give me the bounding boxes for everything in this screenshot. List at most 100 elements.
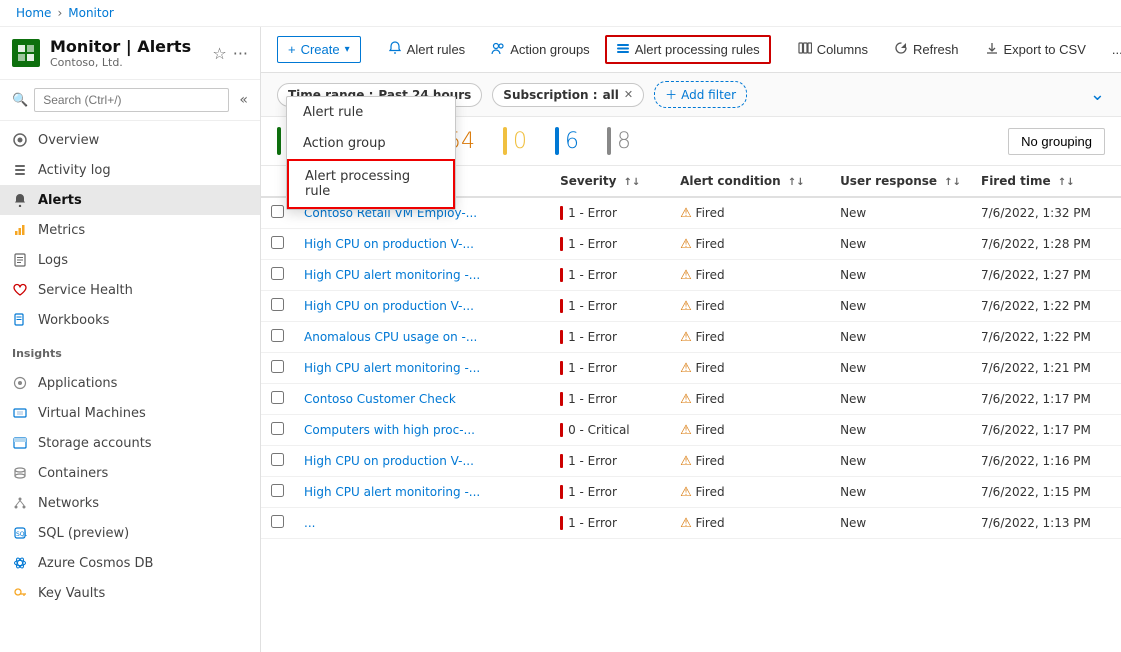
sidebar-item-label: Service Health	[38, 283, 133, 298]
key-icon	[12, 585, 28, 601]
breadcrumb-home[interactable]: Home	[16, 6, 51, 20]
sidebar-item-virtual-machines[interactable]: Virtual Machines	[0, 398, 260, 428]
table-row[interactable]: High CPU on production V-... 1 - Error ⚠…	[261, 291, 1121, 322]
sidebar-item-label: Logs	[38, 253, 68, 268]
row-checkbox[interactable]	[271, 236, 284, 249]
row-checkbox[interactable]	[271, 484, 284, 497]
create-button[interactable]: + Create ▾	[277, 36, 361, 63]
warning-triangle-icon: ⚠	[680, 454, 692, 469]
condition-cell: ⚠ Fired	[670, 322, 830, 353]
sidebar-item-logs[interactable]: Logs	[0, 245, 260, 275]
warning-triangle-icon: ⚠	[680, 299, 692, 314]
more-button[interactable]: ...	[1101, 36, 1121, 63]
table-row[interactable]: High CPU on production V-... 1 - Error ⚠…	[261, 446, 1121, 477]
search-icon: 🔍	[12, 93, 28, 108]
alert-rules-button[interactable]: Alert rules	[377, 35, 477, 64]
collapse-sidebar-button[interactable]: «	[239, 92, 248, 108]
alert-name-link[interactable]: High CPU alert monitoring -...	[304, 485, 480, 499]
row-checkbox[interactable]	[271, 205, 284, 218]
time-cell: 7/6/2022, 1:28 PM	[971, 229, 1121, 260]
sidebar-item-workbooks[interactable]: Workbooks	[0, 305, 260, 335]
table-row[interactable]: High CPU alert monitoring -... 1 - Error…	[261, 477, 1121, 508]
row-checkbox[interactable]	[271, 329, 284, 342]
sidebar-item-key-vaults[interactable]: Key Vaults	[0, 578, 260, 608]
col-header-condition[interactable]: Alert condition ↑↓	[670, 166, 830, 197]
sidebar-item-cosmos-db[interactable]: Azure Cosmos DB	[0, 548, 260, 578]
table-row[interactable]: High CPU alert monitoring -... 1 - Error…	[261, 260, 1121, 291]
grouping-button[interactable]: No grouping	[1008, 128, 1105, 155]
alert-processing-rules-button[interactable]: Alert processing rules	[605, 35, 771, 64]
sidebar-item-applications[interactable]: Applications	[0, 368, 260, 398]
table-row[interactable]: High CPU alert monitoring -... 1 - Error…	[261, 353, 1121, 384]
expand-filters-button[interactable]: ⌄	[1090, 84, 1105, 105]
svg-text:SQL: SQL	[16, 531, 27, 538]
sidebar-header: Monitor | Alerts Contoso, Ltd. ☆ ···	[0, 27, 260, 80]
row-checkbox[interactable]	[271, 453, 284, 466]
sort-severity-icon[interactable]: ↑↓	[624, 177, 641, 188]
sidebar-item-sql[interactable]: SQL SQL (preview)	[0, 518, 260, 548]
severity-bar	[560, 392, 563, 406]
severity-cell: 1 - Error	[550, 260, 670, 291]
subscription-filter[interactable]: Subscription : all ✕	[492, 83, 644, 107]
dropdown-item-action-group[interactable]: Action group	[287, 128, 455, 159]
sidebar-item-label: Storage accounts	[38, 436, 152, 451]
table-row[interactable]: Anomalous CPU usage on -... 1 - Error ⚠ …	[261, 322, 1121, 353]
row-checkbox[interactable]	[271, 515, 284, 528]
condition-cell: ⚠ Fired	[670, 446, 830, 477]
sort-time-icon[interactable]: ↑↓	[1058, 177, 1075, 188]
refresh-button[interactable]: Refresh	[883, 35, 970, 64]
col-header-time[interactable]: Fired time ↑↓	[971, 166, 1121, 197]
severity-cell: 1 - Error	[550, 477, 670, 508]
alert-name-link[interactable]: High CPU on production V-...	[304, 454, 474, 468]
sidebar-item-networks[interactable]: Networks	[0, 488, 260, 518]
sidebar-item-label: Azure Cosmos DB	[38, 556, 153, 571]
sidebar-item-containers[interactable]: Containers	[0, 458, 260, 488]
add-filter-button[interactable]: ＋ Add filter	[654, 81, 747, 108]
sidebar-item-overview[interactable]: Overview	[0, 125, 260, 155]
time-cell: 7/6/2022, 1:15 PM	[971, 477, 1121, 508]
time-cell: 7/6/2022, 1:32 PM	[971, 197, 1121, 229]
alert-name-link[interactable]: High CPU on production V-...	[304, 299, 474, 313]
sidebar-item-storage-accounts[interactable]: Storage accounts	[0, 428, 260, 458]
sort-condition-icon[interactable]: ↑↓	[788, 177, 805, 188]
alert-name-link[interactable]: High CPU alert monitoring -...	[304, 361, 480, 375]
alert-name-link[interactable]: Computers with high proc-...	[304, 423, 475, 437]
table-row[interactable]: High CPU on production V-... 1 - Error ⚠…	[261, 229, 1121, 260]
sort-response-icon[interactable]: ↑↓	[944, 177, 961, 188]
sidebar: Monitor | Alerts Contoso, Ltd. ☆ ··· 🔍 «	[0, 27, 261, 652]
sidebar-item-activity-log[interactable]: Activity log	[0, 155, 260, 185]
search-input[interactable]	[34, 88, 229, 112]
row-checkbox[interactable]	[271, 422, 284, 435]
remove-subscription-filter-icon[interactable]: ✕	[624, 88, 633, 101]
columns-button[interactable]: Columns	[787, 35, 879, 64]
dropdown-item-alert-rule[interactable]: Alert rule	[287, 97, 455, 128]
row-checkbox[interactable]	[271, 267, 284, 280]
alert-name-link[interactable]: Anomalous CPU usage on -...	[304, 330, 477, 344]
sidebar-item-label: Activity log	[38, 163, 111, 178]
severity-cell: 1 - Error	[550, 508, 670, 539]
dropdown-item-alert-processing-rule[interactable]: Alert processing rule	[287, 159, 455, 209]
table-row[interactable]: ... 1 - Error ⚠ Fired New 7/6/2022, 1:13…	[261, 508, 1121, 539]
pin-icon[interactable]: ☆	[212, 44, 226, 63]
row-checkbox[interactable]	[271, 298, 284, 311]
alert-name-link[interactable]: Contoso Customer Check	[304, 392, 456, 406]
sidebar-item-alerts[interactable]: Alerts	[0, 185, 260, 215]
warning-triangle-icon: ⚠	[680, 392, 692, 407]
export-csv-button[interactable]: Export to CSV	[974, 35, 1097, 64]
sidebar-item-service-health[interactable]: Service Health	[0, 275, 260, 305]
action-groups-button[interactable]: Action groups	[480, 35, 601, 64]
alert-name-link[interactable]: ...	[304, 516, 315, 530]
sidebar-item-metrics[interactable]: Metrics	[0, 215, 260, 245]
col-header-response[interactable]: User response ↑↓	[830, 166, 971, 197]
row-checkbox[interactable]	[271, 360, 284, 373]
sidebar-item-label: SQL (preview)	[38, 526, 129, 541]
breadcrumb-monitor[interactable]: Monitor	[68, 6, 114, 20]
table-row[interactable]: Computers with high proc-... 0 - Critica…	[261, 415, 1121, 446]
table-row[interactable]: Contoso Customer Check 1 - Error ⚠ Fired…	[261, 384, 1121, 415]
row-checkbox[interactable]	[271, 391, 284, 404]
alert-name-link[interactable]: High CPU on production V-...	[304, 237, 474, 251]
col-header-severity[interactable]: Severity ↑↓	[550, 166, 670, 197]
alert-name-link[interactable]: High CPU alert monitoring -...	[304, 268, 480, 282]
ellipsis-icon[interactable]: ···	[233, 44, 248, 63]
condition-cell: ⚠ Fired	[670, 353, 830, 384]
